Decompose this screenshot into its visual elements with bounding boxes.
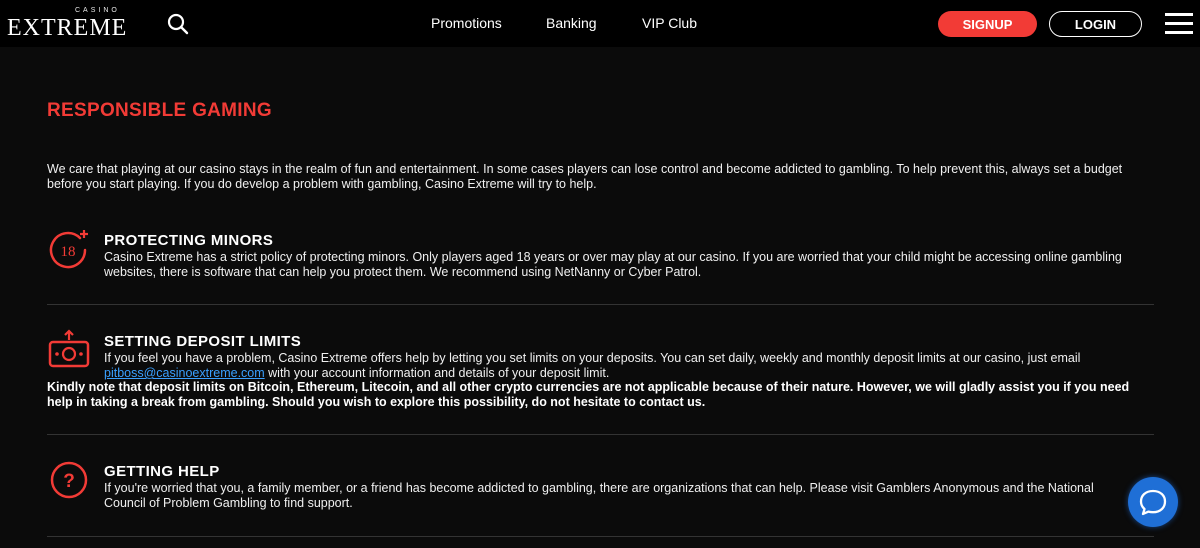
section-text-getting-help: If you're worried that you, a family mem… [104, 481, 1094, 510]
section-heading-getting-help: GETTING HELP [104, 463, 220, 480]
signup-button[interactable]: SIGNUP [938, 11, 1037, 37]
page-title: RESPONSIBLE GAMING [47, 100, 272, 121]
nav-banking-link[interactable]: Banking [546, 15, 597, 31]
nav-promotions-link[interactable]: Promotions [431, 15, 502, 31]
section-divider [47, 304, 1154, 305]
logo-small-text: CASINO [75, 7, 120, 14]
18-plus-icon: 18 [47, 228, 91, 272]
svg-text:?: ? [63, 471, 75, 492]
logo-main-text: EXTREME [7, 15, 128, 41]
hamburger-menu-icon[interactable] [1165, 12, 1193, 34]
section-heading-deposit-limits: SETTING DEPOSIT LIMITS [104, 333, 302, 350]
section-text-deposit-limits: If you feel you have a problem, Casino E… [104, 351, 1164, 381]
intro-paragraph: We care that playing at our casino stays… [47, 162, 1123, 191]
svg-text:18: 18 [61, 244, 76, 260]
casino-extreme-logo[interactable]: CASINO EXTREME [7, 4, 142, 44]
login-button[interactable]: LOGIN [1049, 11, 1142, 37]
question-icon: ? [47, 458, 91, 502]
crypto-deposit-note: Kindly note that deposit limits on Bitco… [47, 380, 1130, 409]
deposit-limits-text: If you feel you have a problem, Casino E… [104, 351, 1081, 365]
chat-support-button[interactable] [1128, 477, 1178, 527]
section-text-protecting-minors: Casino Extreme has a strict policy of pr… [104, 250, 1122, 279]
nav-vip-club-link[interactable]: VIP Club [642, 15, 697, 31]
top-navigation-bar: CASINO EXTREME Promotions Banking VIP Cl… [0, 0, 1200, 47]
search-icon[interactable] [166, 12, 190, 36]
deposit-limits-text-after: with your account information and detail… [264, 366, 610, 380]
chat-bubble-icon [1139, 489, 1167, 516]
deposit-limit-icon [47, 328, 91, 372]
section-heading-protecting-minors: PROTECTING MINORS [104, 232, 274, 249]
section-divider [47, 434, 1154, 435]
section-divider [47, 536, 1154, 537]
pitboss-email-link[interactable]: pitboss@casinoextreme.com [104, 366, 265, 380]
